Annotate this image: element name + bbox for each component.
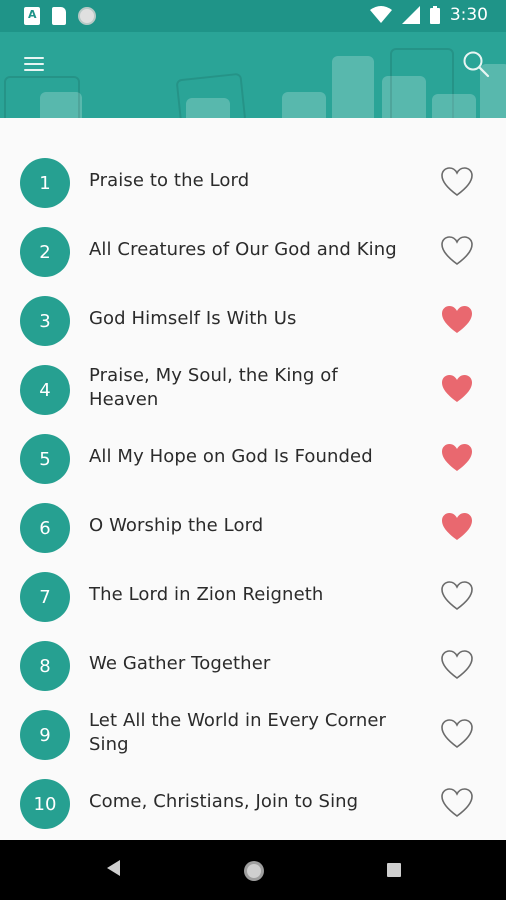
search-icon[interactable] — [462, 50, 490, 78]
hymn-number-badge: 3 — [20, 296, 70, 346]
hymn-list-item[interactable]: 8 We Gather Together — [0, 629, 506, 698]
heart-filled-icon[interactable] — [440, 373, 474, 405]
heart-outline-icon[interactable] — [440, 787, 474, 819]
home-icon[interactable] — [242, 859, 266, 883]
hymn-title: Come, Christians, Join to Sing — [89, 790, 359, 812]
navigation-bar — [0, 840, 506, 900]
header-decoration — [432, 94, 476, 118]
hymn-list-item[interactable]: 6 O Worship the Lord — [0, 491, 506, 560]
heart-filled-icon[interactable] — [440, 511, 474, 543]
hymn-title: Praise to the Lord — [89, 169, 250, 191]
hymn-number-badge: 6 — [20, 503, 70, 553]
heart-filled-icon[interactable] — [440, 442, 474, 474]
hymn-title: God Himself Is With Us — [89, 307, 297, 329]
hymn-title: Let All the World in Every Corner Sing — [89, 709, 387, 755]
back-icon[interactable] — [104, 858, 122, 878]
sd-card-icon — [52, 7, 66, 25]
hymn-list-item[interactable]: 1 Praise to the Lord — [0, 146, 506, 215]
hymn-list-item[interactable]: 3 God Himself Is With Us — [0, 284, 506, 353]
hymn-title: The Lord in Zion Reigneth — [89, 583, 324, 605]
status-left-icons — [24, 7, 96, 25]
hymn-list-item[interactable]: 10 Come, Christians, Join to Sing — [0, 767, 506, 836]
hymn-list-item[interactable]: 7 The Lord in Zion Reigneth — [0, 560, 506, 629]
app-notification-icon — [24, 7, 40, 25]
hymn-number-badge: 1 — [20, 158, 70, 208]
heart-filled-icon[interactable] — [440, 304, 474, 336]
battery-icon — [429, 6, 440, 24]
hymn-number-badge: 7 — [20, 572, 70, 622]
hymn-number-badge: 10 — [20, 779, 70, 829]
heart-outline-icon[interactable] — [440, 649, 474, 681]
wifi-icon — [369, 6, 392, 23]
hymn-number-badge: 2 — [20, 227, 70, 277]
header-decoration — [332, 56, 374, 118]
hymn-title: All My Hope on God Is Founded — [89, 445, 373, 467]
hymn-number-badge: 5 — [20, 434, 70, 484]
header-decoration — [282, 92, 326, 118]
hymn-list-item[interactable]: 4 Praise, My Soul, the King of Heaven — [0, 353, 506, 422]
heart-outline-icon[interactable] — [440, 718, 474, 750]
hymn-number-badge: 4 — [20, 365, 70, 415]
hamburger-menu-icon[interactable] — [24, 56, 46, 74]
hymn-title: All Creatures of Our God and King — [89, 238, 397, 260]
heart-outline-icon[interactable] — [440, 166, 474, 198]
status-bar: 3:30 — [0, 0, 506, 32]
hymn-title: We Gather Together — [89, 652, 271, 674]
hymn-title: O Worship the Lord — [89, 514, 264, 536]
header-decoration — [4, 76, 80, 118]
status-time: 3:30 — [449, 5, 488, 25]
app-header — [0, 32, 506, 118]
recents-icon[interactable] — [386, 862, 402, 878]
hymn-title: Praise, My Soul, the King of Heaven — [89, 364, 338, 410]
heart-outline-icon[interactable] — [440, 235, 474, 267]
hymn-list-item[interactable]: 9 Let All the World in Every Corner Sing — [0, 698, 506, 767]
sync-icon — [78, 7, 96, 25]
hymn-list: 1 Praise to the Lord 2 All Creatures of Our… — [0, 118, 506, 840]
status-right-icons: 3:30 — [369, 5, 488, 25]
header-decoration — [175, 72, 247, 118]
hymn-number-badge: 9 — [20, 710, 70, 760]
hymn-list-item[interactable]: 5 All My Hope on God Is Founded — [0, 422, 506, 491]
hymn-number-badge: 8 — [20, 641, 70, 691]
signal-icon — [401, 6, 420, 24]
heart-outline-icon[interactable] — [440, 580, 474, 612]
hymn-list-item[interactable]: 2 All Creatures of Our God and King — [0, 215, 506, 284]
